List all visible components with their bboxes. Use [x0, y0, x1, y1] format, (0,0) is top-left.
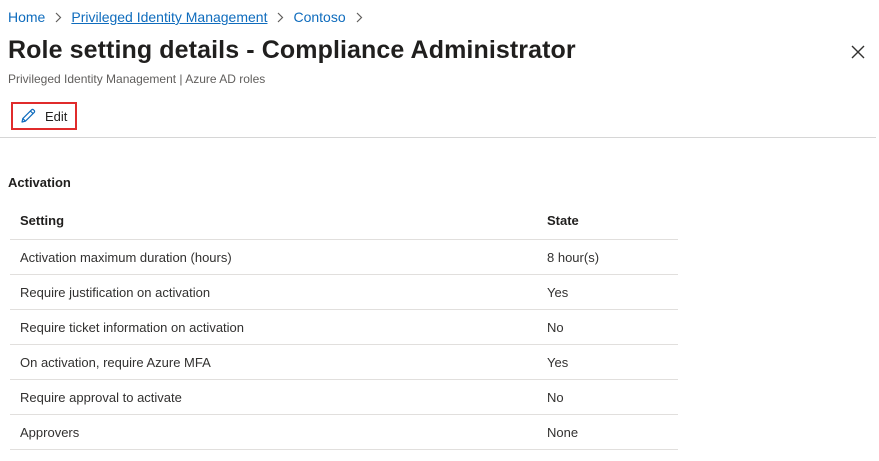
setting-cell: Require approval to activate: [10, 379, 537, 415]
state-cell: No: [537, 309, 678, 345]
column-header-state: State: [537, 202, 678, 240]
state-cell: Yes: [537, 344, 678, 380]
table-row: Require justification on activation Yes: [10, 274, 678, 310]
column-header-setting: Setting: [10, 202, 537, 240]
activation-section-title: Activation: [8, 175, 71, 190]
breadcrumb-tenant[interactable]: Contoso: [293, 9, 345, 25]
chevron-right-icon: [54, 12, 62, 23]
page-subtitle: Privileged Identity Management | Azure A…: [8, 72, 266, 86]
state-cell: Yes: [537, 274, 678, 310]
state-cell: 8 hour(s): [537, 239, 678, 275]
setting-cell: Require ticket information on activation: [10, 309, 537, 345]
breadcrumb-home[interactable]: Home: [8, 9, 45, 25]
state-cell: No: [537, 379, 678, 415]
table-row: Require approval to activate No: [10, 379, 678, 415]
chevron-right-icon: [355, 12, 363, 23]
table-row: Activation maximum duration (hours) 8 ho…: [10, 239, 678, 275]
edit-button-label: Edit: [45, 108, 68, 124]
edit-button[interactable]: Edit: [11, 102, 77, 130]
close-button[interactable]: [848, 44, 868, 64]
setting-cell: On activation, require Azure MFA: [10, 344, 537, 380]
command-bar: Edit: [0, 100, 876, 138]
close-icon: [851, 45, 865, 64]
table-row: On activation, require Azure MFA Yes: [10, 344, 678, 380]
table-row: Approvers None: [10, 414, 678, 450]
setting-cell: Approvers: [10, 414, 537, 450]
role-setting-details-page: Home Privileged Identity Management Cont…: [0, 0, 879, 461]
state-cell: None: [537, 414, 678, 450]
breadcrumb: Home Privileged Identity Management Cont…: [8, 9, 372, 25]
page-title: Role setting details - Compliance Admini…: [8, 36, 576, 64]
table-row: Require ticket information on activation…: [10, 309, 678, 345]
pencil-icon: [19, 107, 37, 125]
activation-settings-table: Setting State Activation maximum duratio…: [10, 202, 678, 450]
chevron-right-icon: [276, 12, 284, 23]
setting-cell: Activation maximum duration (hours): [10, 239, 537, 275]
breadcrumb-pim[interactable]: Privileged Identity Management: [71, 9, 267, 25]
table-header-row: Setting State: [10, 202, 678, 240]
setting-cell: Require justification on activation: [10, 274, 537, 310]
